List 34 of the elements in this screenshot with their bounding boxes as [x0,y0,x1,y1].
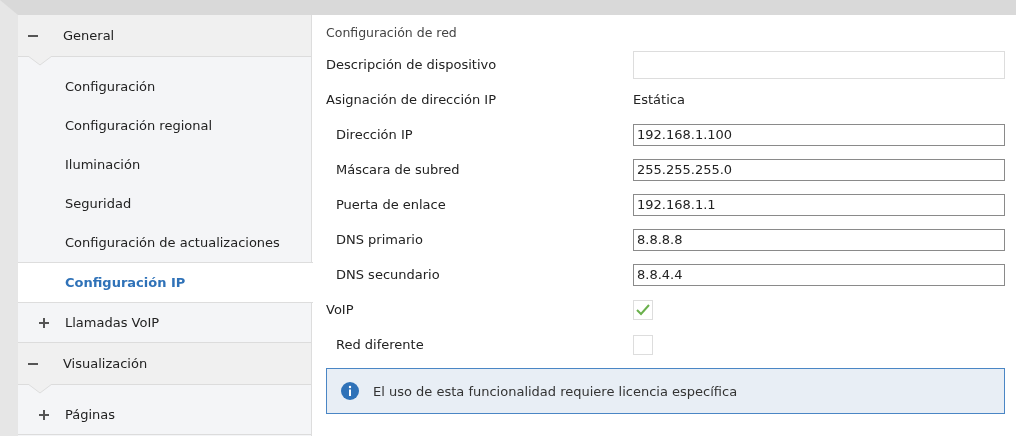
sidebar-item[interactable]: Llamadas VoIP [18,303,311,342]
expand-icon[interactable] [39,317,49,328]
notch-icon [28,56,52,66]
input-field[interactable]: 192.168.1.1 [633,193,1005,216]
notch-icon [28,384,52,394]
field-label: Red diferente [335,337,425,352]
expand-icon[interactable] [39,409,49,420]
field-label: Asignación de dirección IP [326,92,498,107]
input-field[interactable]: 255.255.255.0 [633,158,1005,181]
field-label: Descripción de dispositivo [326,57,498,72]
info-icon [341,382,359,400]
sidebar-item[interactable]: Seguridad [18,184,311,223]
sidebar-item[interactable]: Configuración [18,67,311,106]
field-label: DNS primario [335,232,424,247]
input-field[interactable]: 8.8.8.8 [633,228,1005,251]
input-field[interactable]: 192.168.1.100 [633,123,1005,146]
checkbox[interactable] [633,299,653,320]
check-icon [636,303,650,316]
field-label: Máscara de subred [335,162,461,177]
field-value: Estática [633,92,685,107]
input-field[interactable]: 8.8.4.4 [633,263,1005,286]
info-text: El uso de esta funcionalidad requiere licencia específica [373,383,738,399]
field-label: Dirección IP [335,127,414,142]
sidebar-item[interactable]: Configuración de actualizaciones [18,223,311,262]
sidebar-item[interactable]: Configuración regional [18,106,311,145]
sidebar-item[interactable]: Páginas [18,395,311,434]
field-label: Puerta de enlace [335,197,447,212]
field-label: VoIP [326,302,355,317]
sidebar-item[interactable]: Iluminación [18,145,311,184]
section-title: Configuración de red [326,25,458,42]
sidebar-item[interactable]: Configuración IP [18,262,313,303]
field-label: DNS secundario [335,267,441,282]
checkbox[interactable] [633,334,653,355]
input-field[interactable] [633,50,1005,79]
